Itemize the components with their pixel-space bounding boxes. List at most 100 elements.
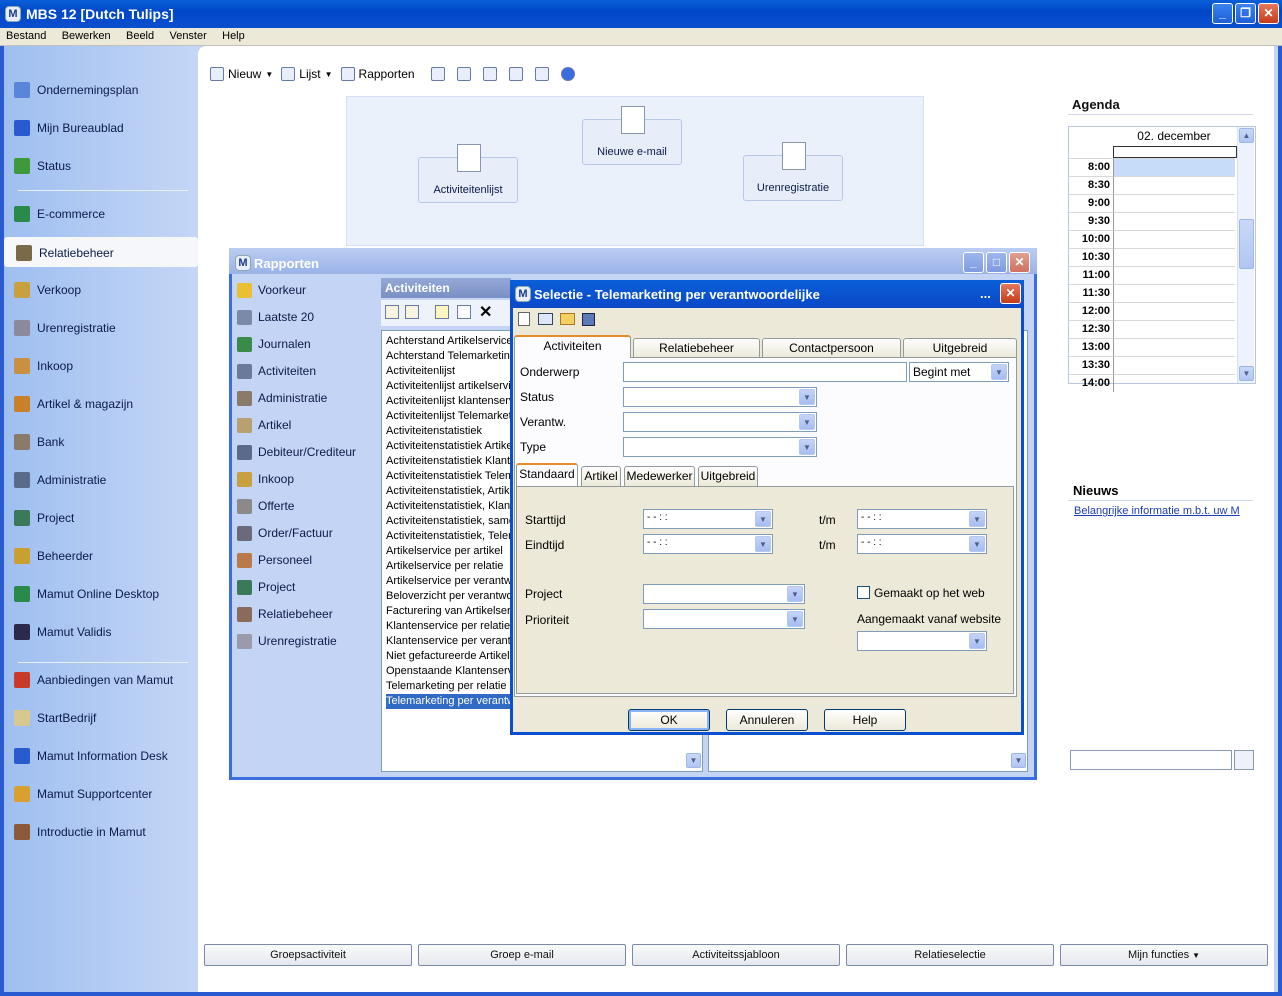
report-category-2[interactable]: Journalen (237, 334, 311, 354)
agenda-slot[interactable] (1113, 230, 1235, 248)
book-icon[interactable] (538, 313, 553, 325)
group-activity-button[interactable]: Groepsactiviteit (204, 944, 412, 966)
report-category-7[interactable]: Inkoop (237, 469, 294, 489)
sidebar-item-7[interactable]: Inkoop (14, 356, 73, 376)
chevron-down-icon[interactable]: ▼ (787, 586, 803, 602)
report-list-item[interactable]: Activiteitenstatistiek, Artikel (386, 484, 511, 499)
report-list-item[interactable]: Niet gefactureerde Artikelservice (386, 649, 511, 664)
scroll-up-icon[interactable]: ▲ (1239, 128, 1254, 143)
report-list-item[interactable]: Activiteitenstatistiek Telemarketing (386, 469, 511, 484)
agenda-allday-cell[interactable] (1113, 146, 1237, 158)
report-category-6[interactable]: Debiteur/Crediteur (237, 442, 356, 462)
report-list-item[interactable]: Telemarketing per verantwoordelijke (386, 694, 511, 709)
menu-help[interactable]: Help (216, 29, 251, 42)
tab-artikel[interactable]: Artikel (581, 466, 621, 486)
activity-template-button[interactable]: Activiteitssjabloon (632, 944, 840, 966)
web-checkbox[interactable] (857, 586, 870, 599)
agenda-slot[interactable] (1113, 266, 1235, 284)
agenda-slot[interactable] (1113, 212, 1235, 230)
report-category-8[interactable]: Offerte (237, 496, 294, 516)
flow-activiteitenlijst[interactable]: Activiteitenlijst (418, 144, 518, 203)
sidebar-item-12[interactable]: Beheerder (14, 546, 93, 566)
selection-close-button[interactable]: ✕ (1000, 283, 1021, 304)
menu-bewerken[interactable]: Bewerken (56, 29, 117, 42)
report-category-9[interactable]: Order/Factuur (237, 523, 333, 543)
report-list-item[interactable]: Activiteitenlijst artikelservice (386, 379, 511, 394)
chevron-down-icon[interactable]: ▼ (991, 364, 1007, 380)
report-category-3[interactable]: Activiteiten (237, 361, 316, 381)
report-category-0[interactable]: Voorkeur (237, 280, 306, 300)
report-list-item[interactable]: Activiteitenstatistiek Klanten (386, 454, 511, 469)
report-list-item[interactable]: Openstaande Klantenservice (386, 664, 511, 679)
toolbar-icon-4[interactable] (508, 67, 527, 81)
chevron-down-icon[interactable]: ▼ (787, 611, 803, 627)
agenda-slot[interactable] (1113, 374, 1235, 392)
sidebar-item-10[interactable]: Administratie (14, 470, 106, 490)
help-button[interactable]: Help (824, 709, 906, 731)
sidebar-item-0[interactable]: Ondernemingsplan (14, 80, 138, 100)
sidebar-item-15[interactable]: Aanbiedingen van Mamut (14, 670, 173, 690)
report-category-11[interactable]: Project (237, 577, 295, 597)
report-list-item[interactable]: Achterstand Artikelservice (386, 334, 511, 349)
verantw-select[interactable]: ▼ (623, 412, 817, 432)
tab-standaard[interactable]: Standaard (516, 463, 578, 486)
agenda-slot[interactable] (1113, 194, 1235, 212)
report-category-13[interactable]: Urenregistratie (237, 631, 337, 651)
chevron-down-icon[interactable]: ▼ (969, 633, 985, 649)
report-list-item[interactable]: Beloverzicht per verantwoordelijke (386, 589, 511, 604)
match-select[interactable]: Begint met ▼ (909, 362, 1009, 382)
minimize-button[interactable]: _ (1212, 3, 1233, 24)
agenda-slot[interactable] (1113, 302, 1235, 320)
report-list-item[interactable]: Artikelservice per artikel (386, 544, 511, 559)
starttijd-to[interactable]: - - : : ▼ (857, 509, 987, 529)
report-list-item[interactable]: Activiteitenlijst (386, 364, 511, 379)
search-icon[interactable] (1234, 750, 1254, 770)
report-list-item[interactable]: Telemarketing per relatie (386, 679, 511, 694)
sidebar-item-2[interactable]: Status (14, 156, 71, 176)
tab-inner-uitgebreid[interactable]: Uitgebreid (698, 466, 758, 486)
new-button[interactable]: Nieuw ▼ (210, 67, 273, 81)
agenda-scrollbar[interactable]: ▲ ▼ (1237, 127, 1254, 383)
chevron-down-icon[interactable]: ▼ (969, 511, 985, 527)
type-select[interactable]: ▼ (623, 437, 817, 457)
agenda-slot[interactable] (1113, 284, 1235, 302)
cancel-button[interactable]: Annuleren (726, 709, 808, 731)
report-list-item[interactable]: Activiteitenstatistiek Artikel (386, 439, 511, 454)
agenda-slot[interactable] (1113, 176, 1235, 194)
report-category-10[interactable]: Personeel (237, 550, 312, 570)
report-list-item[interactable]: Activiteitenstatistiek, Telem (386, 529, 511, 544)
menu-venster[interactable]: Venster (163, 29, 212, 42)
report-list-item[interactable]: Activiteitenstatistiek, samen (386, 514, 511, 529)
tab-medewerker[interactable]: Medewerker (624, 466, 695, 486)
news-link[interactable]: Belangrijke informatie m.b.t. uw M (1074, 505, 1240, 517)
eindtijd-to[interactable]: - - : : ▼ (857, 534, 987, 554)
status-select[interactable]: ▼ (623, 387, 817, 407)
sidebar-item-13[interactable]: Mamut Online Desktop (14, 584, 159, 604)
news-search-input[interactable] (1070, 750, 1232, 770)
report-category-1[interactable]: Laatste 20 (237, 307, 314, 327)
flow-urenregistratie[interactable]: Urenregistratie (743, 142, 843, 201)
sidebar-item-5[interactable]: Verkoop (14, 280, 81, 300)
project-select[interactable]: ▼ (643, 584, 805, 604)
relation-selection-button[interactable]: Relatieselectie (846, 944, 1054, 966)
tab-activiteiten[interactable]: Activiteiten (514, 335, 631, 358)
sidebar-item-14[interactable]: Mamut Validis (14, 622, 111, 642)
tab-contactpersoon[interactable]: Contactpersoon (762, 338, 901, 358)
chevron-down-icon[interactable]: ▼ (799, 439, 815, 455)
scroll-down-icon[interactable]: ▼ (686, 753, 701, 768)
sidebar-item-3[interactable]: E-commerce (14, 204, 105, 224)
agenda-slot[interactable] (1113, 248, 1235, 266)
report-list-item[interactable]: Achterstand Telemarketing (386, 349, 511, 364)
onderwerp-input[interactable] (623, 362, 907, 382)
tab-uitgebreid[interactable]: Uitgebreid (903, 338, 1017, 358)
sidebar-item-1[interactable]: Mijn Bureaublad (14, 118, 124, 138)
prioriteit-select[interactable]: ▼ (643, 609, 805, 629)
report-category-4[interactable]: Administratie (237, 388, 327, 408)
menu-bestand[interactable]: Bestand (0, 29, 52, 42)
report-list-item[interactable]: Facturering van Artikelservice (386, 604, 511, 619)
new-report-icon[interactable] (435, 305, 449, 319)
report-category-12[interactable]: Relatiebeheer (237, 604, 333, 624)
chevron-down-icon[interactable]: ▼ (799, 389, 815, 405)
save-icon[interactable] (582, 313, 595, 326)
sidebar-item-9[interactable]: Bank (14, 432, 64, 452)
